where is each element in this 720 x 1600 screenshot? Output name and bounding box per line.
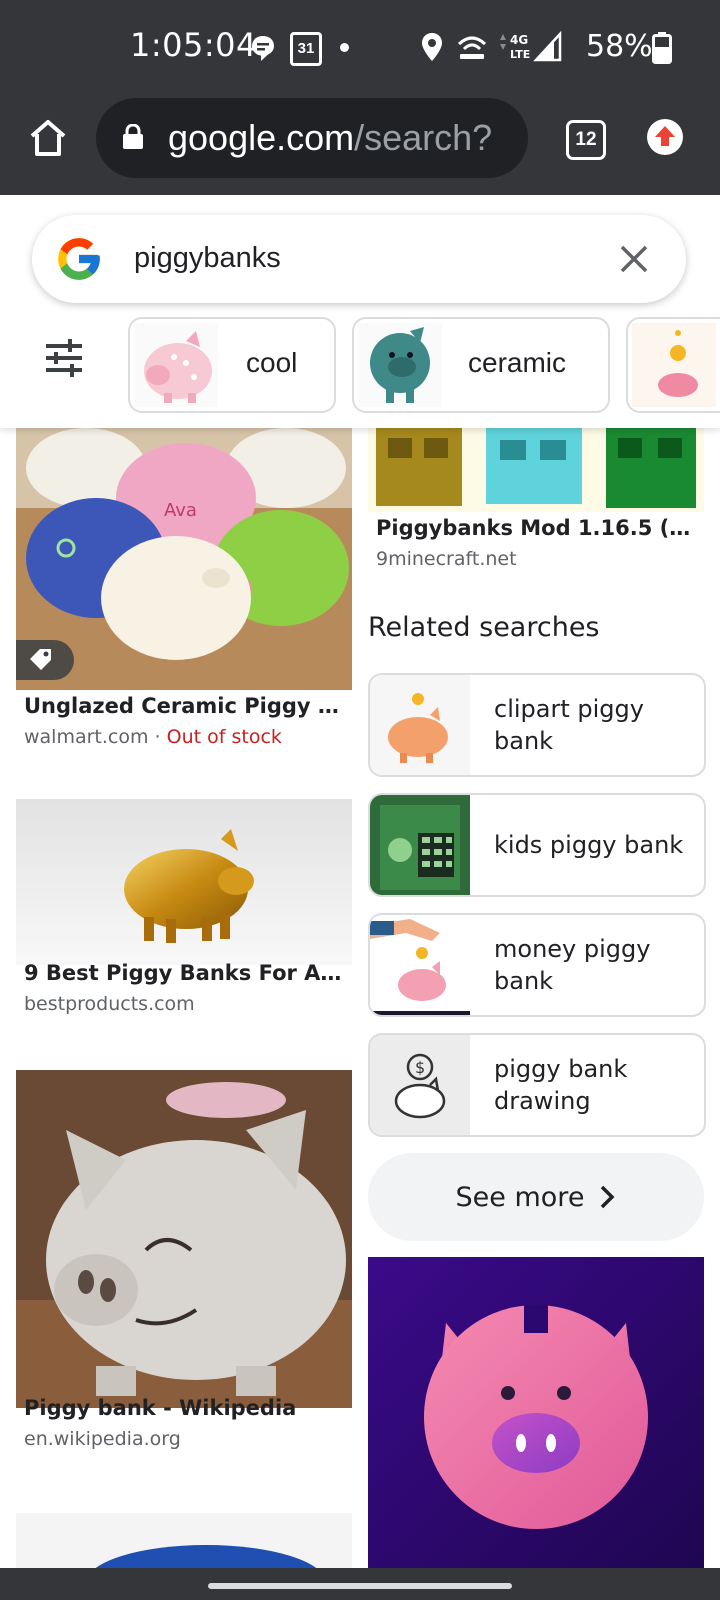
chip-cool[interactable]: cool: [128, 317, 336, 413]
status-bar: 1:05:04 31 4G LTE 58%: [0, 0, 720, 95]
url-bar[interactable]: google.com/search?: [96, 98, 528, 178]
related-label: kids piggy bank: [494, 831, 684, 859]
svg-text:$: $: [415, 1058, 425, 1077]
search-header: piggybanks cool ceramic: [0, 195, 720, 428]
related-thumbnail: $: [370, 1035, 470, 1135]
tag-icon: [30, 649, 51, 670]
tag-badge: [16, 640, 74, 680]
image-results: Ava Unglazed Ceramic Piggy Ban… walmart.…: [0, 428, 720, 1568]
notification-dot-icon: [340, 43, 349, 52]
url-host: google.com: [168, 117, 355, 158]
result-title[interactable]: 9 Best Piggy Banks For Adult…: [24, 961, 342, 985]
lock-icon: [123, 124, 143, 149]
url-text: google.com/search?: [168, 117, 492, 159]
url-path: /search?: [354, 117, 493, 158]
result-image[interactable]: [368, 1257, 704, 1568]
chip-thumbnail: [134, 323, 218, 407]
svg-text:LTE: LTE: [510, 48, 530, 61]
result-image[interactable]: [16, 1513, 352, 1568]
result-title[interactable]: Piggybanks Mod 1.16.5 (Ban…: [376, 516, 694, 540]
chevron-right-icon: [601, 1185, 615, 1209]
filter-icon[interactable]: [44, 339, 84, 377]
battery-icon: [652, 32, 672, 64]
signal-icon: 4G LTE: [500, 30, 562, 62]
result-source-domain: walmart.com: [24, 726, 149, 748]
battery-percentage: 58%: [586, 29, 653, 64]
calendar-icon: 31: [290, 32, 322, 66]
result-source: 9minecraft.net: [376, 548, 517, 570]
status-time: 1:05:04: [130, 26, 257, 64]
result-separator: ·: [148, 726, 167, 748]
wifi-calling-icon: [457, 36, 487, 59]
chip-ceramic[interactable]: ceramic: [352, 317, 610, 413]
chip-partial[interactable]: [626, 317, 720, 413]
related-search-money[interactable]: money piggy bank: [368, 913, 706, 1017]
related-search-clipart[interactable]: clipart piggy bank: [368, 673, 706, 777]
chip-label: cool: [246, 347, 298, 378]
search-box[interactable]: piggybanks: [32, 215, 686, 303]
result-source: en.wikipedia.org: [24, 1428, 181, 1450]
search-query: piggybanks: [134, 242, 281, 274]
stock-status: Out of stock: [166, 726, 282, 748]
related-label: piggy bank drawing: [494, 1055, 628, 1115]
related-thumbnail: [370, 795, 470, 895]
related-label: clipart piggy bank: [494, 695, 644, 755]
result-image[interactable]: [16, 1070, 352, 1408]
google-logo: [58, 238, 100, 280]
result-image-minecraft: [368, 428, 704, 512]
result-image-partial: [16, 1513, 352, 1568]
location-icon: [422, 33, 442, 61]
result-image[interactable]: [16, 799, 352, 965]
result-title[interactable]: Unglazed Ceramic Piggy Ban…: [24, 694, 342, 718]
see-more-label: See more: [455, 1181, 585, 1213]
related-search-kids[interactable]: kids piggy bank: [368, 793, 706, 897]
result-image-white-pig: [16, 1070, 352, 1408]
related-thumbnail: [370, 675, 470, 775]
related-search-drawing[interactable]: $ piggy bank drawing: [368, 1033, 706, 1137]
result-title[interactable]: Piggy bank - Wikipedia: [24, 1396, 342, 1420]
chip-thumbnail: [632, 323, 716, 407]
upload-icon[interactable]: [646, 118, 684, 156]
svg-text:4G: 4G: [510, 33, 528, 47]
chip-thumbnail: [358, 323, 442, 407]
result-image-gold-pig: [16, 799, 352, 965]
message-notification-icon: [252, 36, 274, 61]
related-searches-heading: Related searches: [368, 612, 600, 643]
chip-label: ceramic: [468, 347, 567, 378]
result-source: walmart.com · Out of stock: [24, 726, 282, 748]
see-more-button[interactable]: See more: [368, 1153, 704, 1241]
tab-switcher-icon[interactable]: 12: [566, 120, 606, 160]
result-image-pig-illustration: [368, 1257, 704, 1568]
home-gesture-handle[interactable]: [208, 1583, 512, 1589]
related-label: money piggy bank: [494, 935, 651, 995]
result-image[interactable]: [368, 428, 704, 512]
svg-text:Ava: Ava: [164, 500, 197, 521]
clear-icon[interactable]: [618, 243, 650, 275]
result-image[interactable]: Ava: [16, 428, 352, 690]
related-thumbnail: [370, 915, 470, 1015]
home-icon[interactable]: [28, 118, 68, 158]
result-source: bestproducts.com: [24, 993, 195, 1015]
